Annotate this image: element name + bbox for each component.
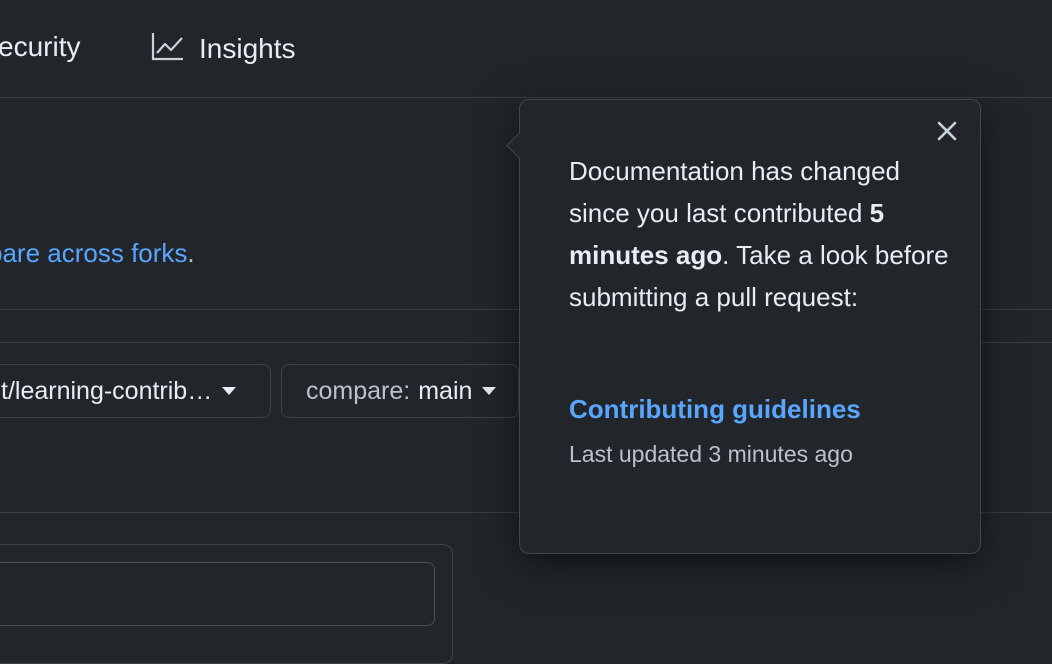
compare-across-forks-text: pare across forks.: [0, 238, 195, 269]
documentation-changed-popover: Documentation has changed since you last…: [506, 99, 981, 554]
compare-branch-dropdown[interactable]: compare: main: [281, 364, 519, 418]
close-icon: [934, 121, 960, 148]
popover-arrow: [506, 132, 533, 159]
base-branch-dropdown[interactable]: t/learning-contrib…: [0, 364, 271, 418]
message-text: Documentation has changed since you last…: [569, 156, 901, 228]
compare-branch-value: main: [418, 376, 473, 405]
tab-insights-label: Insights: [199, 33, 296, 64]
popover-message: Documentation has changed since you last…: [569, 150, 949, 318]
base-branch-label: t/learning-contrib…: [1, 376, 213, 405]
last-updated-text: Last updated 3 minutes ago: [569, 441, 853, 467]
chevron-down-icon: [482, 387, 497, 395]
compare-across-forks-link[interactable]: pare across forks: [0, 238, 187, 268]
pr-title-input[interactable]: [0, 562, 435, 626]
contributing-guidelines-link[interactable]: Contributing guidelines: [569, 394, 861, 425]
compare-prefix: compare:: [306, 376, 411, 405]
chevron-down-icon: [222, 387, 237, 395]
repo-nav: ecurity Insights: [0, 0, 1052, 98]
compare-suffix: .: [187, 238, 195, 268]
tab-insights[interactable]: Insights: [151, 31, 296, 67]
tab-security[interactable]: ecurity: [0, 31, 80, 63]
graph-icon: [151, 31, 185, 68]
close-button[interactable]: [934, 118, 960, 144]
